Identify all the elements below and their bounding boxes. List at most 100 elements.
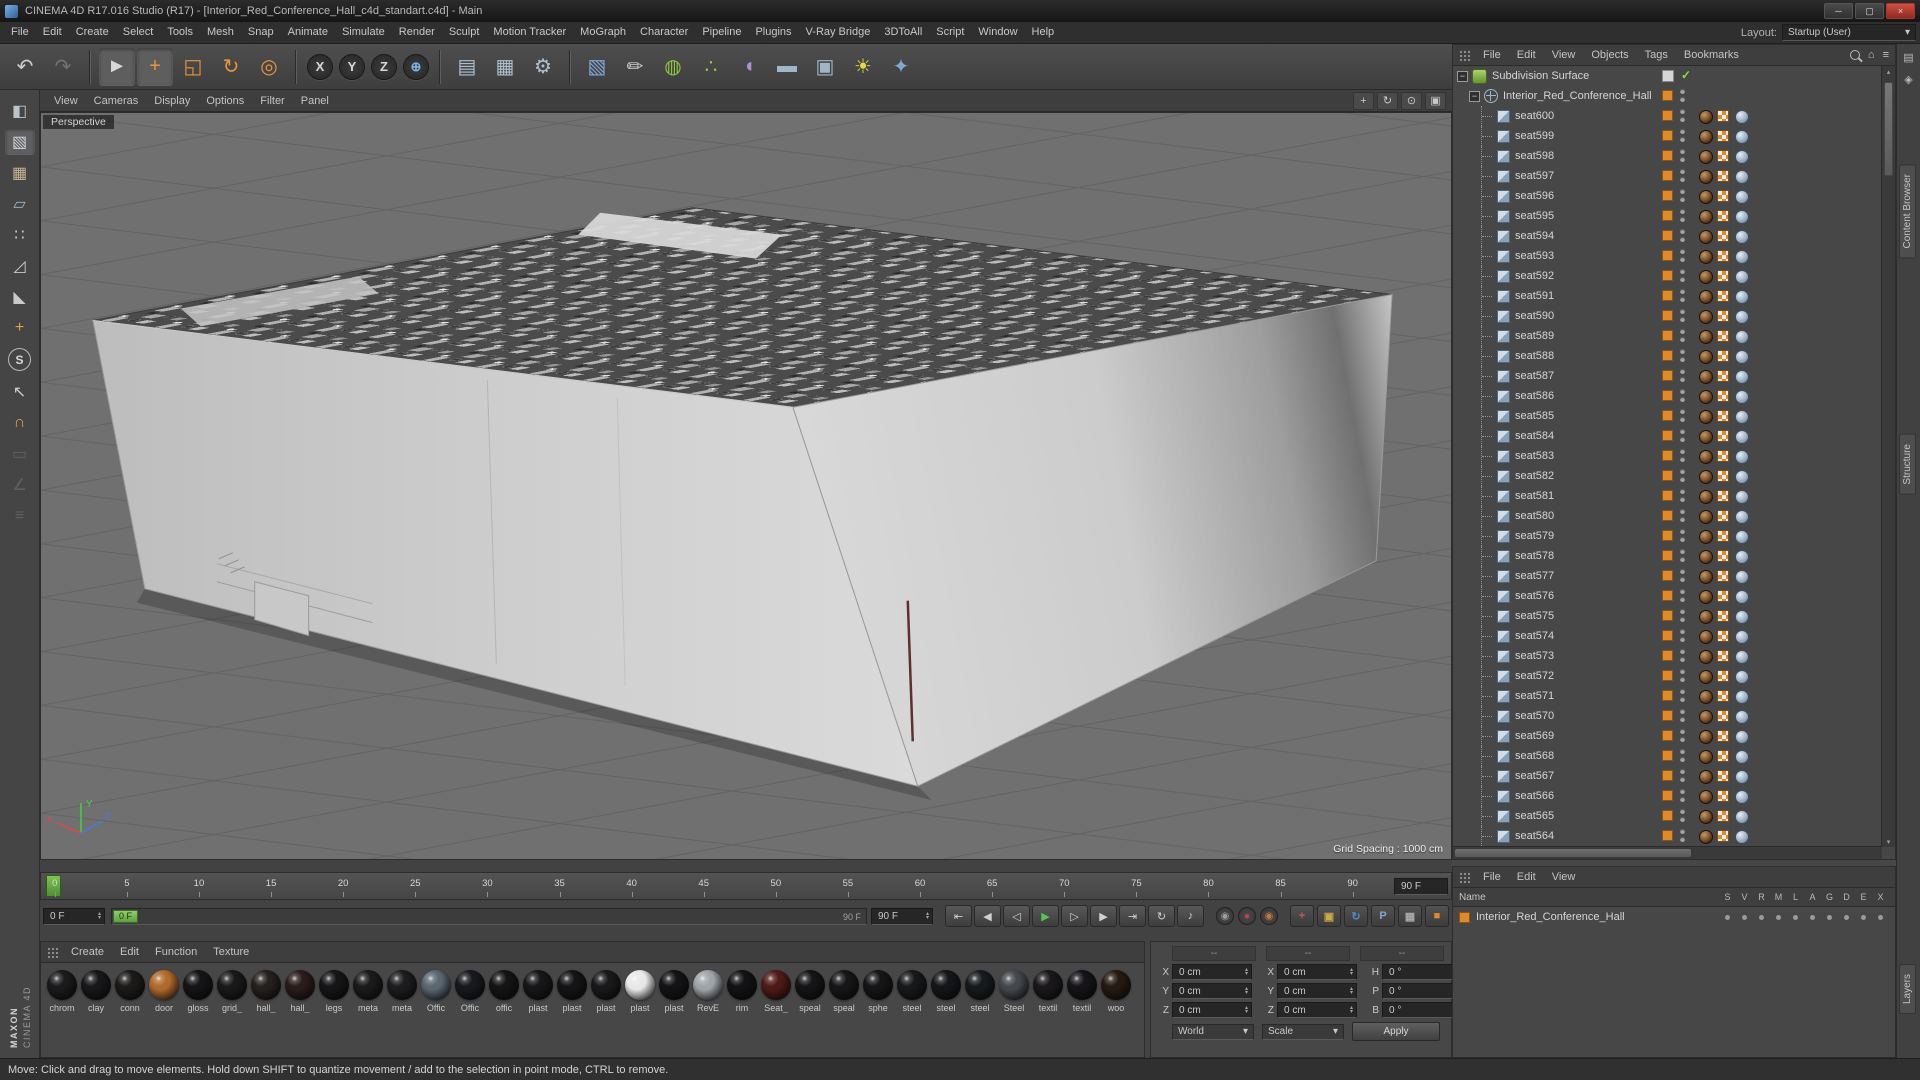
- phong-tag-icon[interactable]: [1735, 570, 1749, 584]
- material-tag-icon[interactable]: [1699, 190, 1713, 204]
- material-tag-icon[interactable]: [1699, 530, 1713, 544]
- uvw-tag-icon[interactable]: [1717, 530, 1729, 542]
- object-row-seat576[interactable]: seat576: [1453, 586, 1882, 606]
- render-to-picture-viewer-icon[interactable]: ▦: [487, 48, 523, 86]
- viewport-menu-options[interactable]: Options: [198, 95, 252, 107]
- material-tag-icon[interactable]: [1699, 630, 1713, 644]
- play-forward-button[interactable]: ▶: [1032, 905, 1059, 927]
- visibility-dots-icon[interactable]: [1680, 389, 1685, 402]
- coord-field-y[interactable]: 0 cm ▴ ▾: [1277, 983, 1357, 999]
- object-row-seat591[interactable]: seat591: [1453, 286, 1882, 306]
- object-row-interior-red-conference-hall[interactable]: − Interior_Red_Conference_Hall: [1453, 86, 1882, 106]
- uvw-tag-icon[interactable]: [1717, 130, 1729, 142]
- scrollbar-thumb[interactable]: [1455, 849, 1691, 857]
- visibility-dots-icon[interactable]: [1680, 349, 1685, 362]
- object-row-seat599[interactable]: seat599: [1453, 126, 1882, 146]
- uvw-tag-icon[interactable]: [1717, 330, 1729, 342]
- layer-column-a[interactable]: A: [1804, 892, 1821, 902]
- om-tab-tags[interactable]: Tags: [1638, 49, 1675, 61]
- menu-mesh[interactable]: Mesh: [200, 22, 241, 43]
- layer-color-chip[interactable]: [1662, 450, 1673, 461]
- viewport-canvas[interactable]: Perspective Grid Spacing : 1000 cm Y X Z: [40, 112, 1452, 860]
- expander-icon[interactable]: −: [1457, 70, 1468, 82]
- previous-key-button[interactable]: ◀: [974, 905, 1001, 927]
- end-frame-field[interactable]: 90 F ▴ ▾: [871, 907, 933, 925]
- panel-menu-icon[interactable]: ▤: [1899, 48, 1919, 66]
- material-tag-icon[interactable]: [1699, 150, 1713, 164]
- maximize-button[interactable]: ▢: [1855, 3, 1884, 19]
- layer-color-chip[interactable]: [1662, 130, 1673, 141]
- phong-tag-icon[interactable]: [1735, 210, 1749, 224]
- material-tag-icon[interactable]: [1699, 490, 1713, 504]
- coordinate-system-icon[interactable]: ⊕: [403, 53, 429, 80]
- menu-snap[interactable]: Snap: [241, 22, 281, 43]
- material-tag-icon[interactable]: [1699, 250, 1713, 264]
- phong-tag-icon[interactable]: [1735, 610, 1749, 624]
- layer-toggle-v[interactable]: [1736, 914, 1753, 920]
- layer-column-l[interactable]: L: [1787, 892, 1804, 902]
- home-icon[interactable]: ⌂: [1868, 49, 1875, 61]
- layer-color-chip[interactable]: [1662, 810, 1673, 821]
- visibility-dots-icon[interactable]: [1680, 469, 1685, 482]
- material-tag-icon[interactable]: [1699, 470, 1713, 484]
- power-slider[interactable]: 0 F 90 F: [111, 907, 867, 925]
- menu-sculpt[interactable]: Sculpt: [442, 22, 487, 43]
- go-to-end-button[interactable]: ⇥: [1119, 905, 1146, 927]
- visibility-dots-icon[interactable]: [1680, 169, 1685, 182]
- object-row-seat588[interactable]: seat588: [1453, 346, 1882, 366]
- light-icon[interactable]: ☀: [845, 48, 881, 86]
- material-plast-16[interactable]: plast: [589, 970, 623, 1013]
- layer-color-chip[interactable]: [1662, 110, 1673, 121]
- uvw-tag-icon[interactable]: [1717, 490, 1729, 502]
- object-row-seat594[interactable]: seat594: [1453, 226, 1882, 246]
- uvw-tag-icon[interactable]: [1717, 510, 1729, 522]
- phong-tag-icon[interactable]: [1735, 510, 1749, 524]
- panel-menu-icon[interactable]: ≡: [1883, 49, 1889, 61]
- material-textil-30[interactable]: textil: [1065, 970, 1099, 1013]
- uvw-tag-icon[interactable]: [1717, 790, 1729, 802]
- material-woo-31[interactable]: woo: [1099, 970, 1133, 1013]
- vertical-scrollbar[interactable]: ▴ ▾: [1881, 66, 1895, 847]
- menu-create[interactable]: Create: [69, 22, 116, 43]
- spline-pen-icon[interactable]: ✏: [617, 48, 653, 86]
- phong-tag-icon[interactable]: [1735, 410, 1749, 424]
- layer-color-chip[interactable]: [1662, 370, 1673, 381]
- phong-tag-icon[interactable]: [1735, 810, 1749, 824]
- layout-select[interactable]: Startup (User) ▾: [1782, 24, 1916, 41]
- menu-file[interactable]: File: [4, 22, 36, 43]
- material-tag-icon[interactable]: [1699, 130, 1713, 144]
- spin-down-icon[interactable]: ▾: [98, 915, 101, 921]
- layer-color-chip[interactable]: [1662, 610, 1673, 621]
- layer-color-chip[interactable]: [1662, 150, 1673, 161]
- side-tab-layers[interactable]: Layers: [1899, 964, 1916, 1015]
- materials-tab-edit[interactable]: Edit: [113, 946, 146, 958]
- phong-tag-icon[interactable]: [1735, 170, 1749, 184]
- material-offic-13[interactable]: offic: [487, 970, 521, 1013]
- visibility-dots-icon[interactable]: [1680, 429, 1685, 442]
- toggle-view-icon[interactable]: ▣: [1425, 91, 1446, 110]
- snap-enable-icon[interactable]: ∩: [5, 409, 35, 436]
- scale-mode-select[interactable]: Scale ▾: [1262, 1023, 1344, 1040]
- material-tag-icon[interactable]: [1699, 710, 1713, 724]
- material-door-3[interactable]: door: [147, 970, 181, 1013]
- expander-icon[interactable]: −: [1469, 90, 1480, 102]
- object-row-seat598[interactable]: seat598: [1453, 146, 1882, 166]
- scroll-down-icon[interactable]: ▾: [1882, 836, 1895, 847]
- coord-field-b[interactable]: 0 °▴▾: [1382, 1002, 1462, 1018]
- object-row-seat571[interactable]: seat571: [1453, 686, 1882, 706]
- uvw-tag-icon[interactable]: [1717, 390, 1729, 402]
- om-tab-file[interactable]: File: [1476, 49, 1508, 61]
- visibility-dots-icon[interactable]: [1680, 109, 1685, 122]
- material-speal-22[interactable]: speal: [793, 970, 827, 1013]
- object-row-seat575[interactable]: seat575: [1453, 606, 1882, 626]
- menu-animate[interactable]: Animate: [281, 22, 335, 43]
- material-tag-icon[interactable]: [1699, 170, 1713, 184]
- timeline-track[interactable]: 0 5 10 15 20 25 30 35 40 45 50 55 60 65 70 75 80 85 90: [44, 873, 1389, 899]
- material-tag-icon[interactable]: [1699, 270, 1713, 284]
- render-view-icon[interactable]: ▤: [449, 48, 485, 86]
- live-selection-icon[interactable]: ►: [99, 47, 135, 86]
- play-sound-button[interactable]: ♪: [1177, 905, 1204, 927]
- material-tag-icon[interactable]: [1699, 730, 1713, 744]
- uvw-tag-icon[interactable]: [1717, 710, 1729, 722]
- layer-tab-edit[interactable]: Edit: [1510, 871, 1543, 883]
